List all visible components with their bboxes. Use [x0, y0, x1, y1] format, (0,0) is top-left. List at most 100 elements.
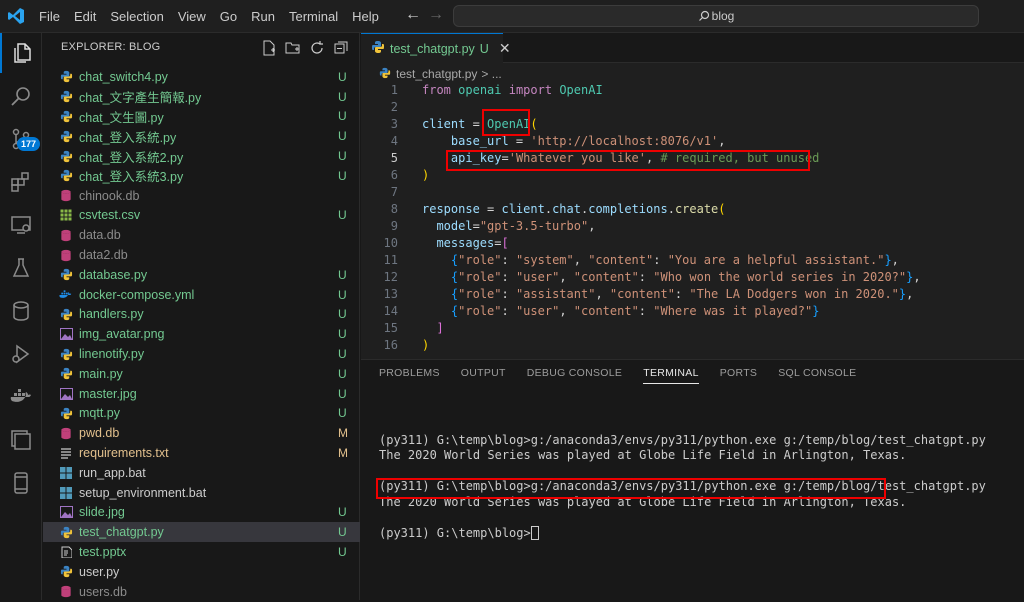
file-item[interactable]: chat_登入系統3.py U [43, 166, 360, 186]
code-text: {"role": "system", "content": "You are a… [450, 253, 899, 267]
close-icon[interactable]: ✕ [499, 40, 511, 57]
terminal-line: (py311) G:\temp\blog>g:/anaconda3/envs/p… [379, 432, 986, 447]
file-item[interactable]: user.py [43, 562, 360, 582]
csv-file-icon [59, 208, 73, 222]
panel-tab-debug-console[interactable]: DEBUG CONSOLE [527, 367, 623, 383]
line-number: 15 [383, 321, 398, 335]
testing-flask-icon[interactable] [0, 248, 42, 288]
file-item[interactable]: master.jpg U [43, 384, 360, 404]
image-file-icon [59, 505, 73, 519]
code-line: 10 messages=[ [361, 235, 1024, 252]
panel-tab-ports[interactable]: PORTS [720, 367, 757, 383]
code-text: messages=[ [436, 236, 509, 250]
file-item[interactable]: handlers.py U [43, 305, 360, 325]
file-item[interactable]: users.db [43, 582, 360, 602]
back-arrow-icon[interactable]: ← [405, 6, 421, 24]
panel-tab-output[interactable]: OUTPUT [461, 367, 506, 383]
command-center-search[interactable]: blog [453, 5, 979, 27]
remote-explorer-activity-icon[interactable] [0, 205, 42, 245]
docker-icon[interactable] [0, 377, 42, 417]
file-item[interactable]: database.py U [43, 265, 360, 285]
tab-test-chatgpt[interactable]: test_chatgpt.py U ✕ [361, 33, 511, 63]
python-file-icon [59, 525, 73, 539]
extensions-activity-icon[interactable] [0, 162, 42, 202]
file-name: setup_environment.bat [79, 485, 207, 500]
file-name: chat_登入系統3.py [79, 170, 184, 185]
file-item[interactable]: chat_登入系統2.py U [43, 146, 360, 166]
mobile-device-icon[interactable] [0, 463, 42, 503]
windows-file-icon [59, 466, 73, 480]
refresh-icon[interactable] [309, 40, 325, 56]
collapse-all-icon[interactable] [333, 40, 349, 56]
code-line: 1 from openai import OpenAI [361, 82, 1024, 99]
file-item[interactable]: main.py U [43, 364, 360, 384]
run-debug-icon[interactable] [0, 334, 42, 374]
search-text: blog [711, 9, 735, 23]
vscode-logo-icon [8, 8, 24, 24]
panel-tab-sql-console[interactable]: SQL CONSOLE [778, 367, 856, 383]
file-item[interactable]: chat_文字產生簡報.py U [43, 87, 360, 107]
breadcrumb-rest[interactable]: > ... [481, 67, 501, 81]
new-file-icon[interactable] [261, 40, 277, 56]
search-icon [698, 10, 709, 21]
menu-item-view[interactable]: View [178, 9, 206, 24]
new-folder-icon[interactable] [285, 40, 301, 56]
file-item[interactable]: linenotify.py U [43, 344, 360, 364]
breadcrumb-file[interactable]: test_chatgpt.py [396, 67, 477, 81]
python-file-icon [59, 109, 73, 123]
file-item[interactable]: run_app.bat [43, 463, 360, 483]
python-file-icon [59, 406, 73, 420]
git-status-badge: U [338, 208, 347, 223]
file-item[interactable]: mqtt.py U [43, 404, 360, 424]
file-item[interactable]: setup_environment.bat [43, 483, 360, 503]
python-file-icon [59, 90, 73, 104]
menu-item-terminal[interactable]: Terminal [289, 9, 338, 24]
git-status-badge: U [338, 347, 347, 362]
panel-tab-terminal[interactable]: TERMINAL [643, 367, 699, 384]
file-item[interactable]: pwd.db M [43, 423, 360, 443]
code-area[interactable]: 1 from openai import OpenAI 2 3 client = Ope… [361, 82, 1024, 354]
git-status-badge: U [338, 109, 347, 124]
file-item[interactable]: slide.jpg U [43, 503, 360, 523]
database-icon[interactable] [0, 291, 42, 331]
code-line: 14 {"role": "user", "content": "Where wa… [361, 303, 1024, 320]
file-item[interactable]: chinook.db [43, 186, 360, 206]
file-item[interactable]: data2.db [43, 245, 360, 265]
file-name: test_chatgpt.py [79, 525, 164, 540]
menu-item-file[interactable]: File [39, 9, 60, 24]
file-item[interactable]: chat_文生圖.py U [43, 107, 360, 127]
explorer-sidebar: EXPLORER: BLOG chat_switch4.py Uchat_文字產生… [43, 33, 360, 600]
menu-item-help[interactable]: Help [352, 9, 379, 24]
forward-arrow-icon[interactable]: → [428, 6, 444, 24]
code-text: ) [422, 168, 430, 182]
git-status-badge: U [338, 307, 347, 322]
file-item[interactable]: chat_登入系統.py U [43, 126, 360, 146]
file-name: run_app.bat [79, 465, 146, 480]
file-item[interactable]: data.db [43, 225, 360, 245]
file-item[interactable]: test.pptx U [43, 542, 360, 562]
file-item[interactable]: docker-compose.yml U [43, 285, 360, 305]
menu-item-go[interactable]: Go [220, 9, 237, 24]
panel-tab-problems[interactable]: PROBLEMS [379, 367, 440, 383]
line-number: 7 [390, 185, 398, 199]
code-text: model="gpt-3.5-turbo", [436, 219, 596, 233]
file-item[interactable]: requirements.txt M [43, 443, 360, 463]
python-file-icon [59, 169, 73, 183]
file-item[interactable]: test_chatgpt.py U [43, 522, 360, 543]
explorer-activity-icon[interactable] [0, 33, 42, 73]
file-item[interactable]: chat_switch4.py U [43, 67, 360, 87]
file-name: users.db [79, 584, 127, 599]
text-file-icon [59, 446, 73, 460]
menu-item-selection[interactable]: Selection [110, 9, 163, 24]
file-name: chat_登入系統2.py [79, 150, 184, 165]
menu-item-run[interactable]: Run [251, 9, 275, 24]
menu-item-edit[interactable]: Edit [74, 9, 96, 24]
file-item[interactable]: csvtest.csv U [43, 206, 360, 226]
file-item[interactable]: img_avatar.png U [43, 324, 360, 344]
panels-icon[interactable] [0, 420, 42, 460]
editor-area: test_chatgpt.py U ✕ test_chatgpt.py > ..… [361, 33, 1024, 359]
docker-file-icon [59, 288, 73, 302]
search-activity-icon[interactable] [0, 76, 42, 116]
